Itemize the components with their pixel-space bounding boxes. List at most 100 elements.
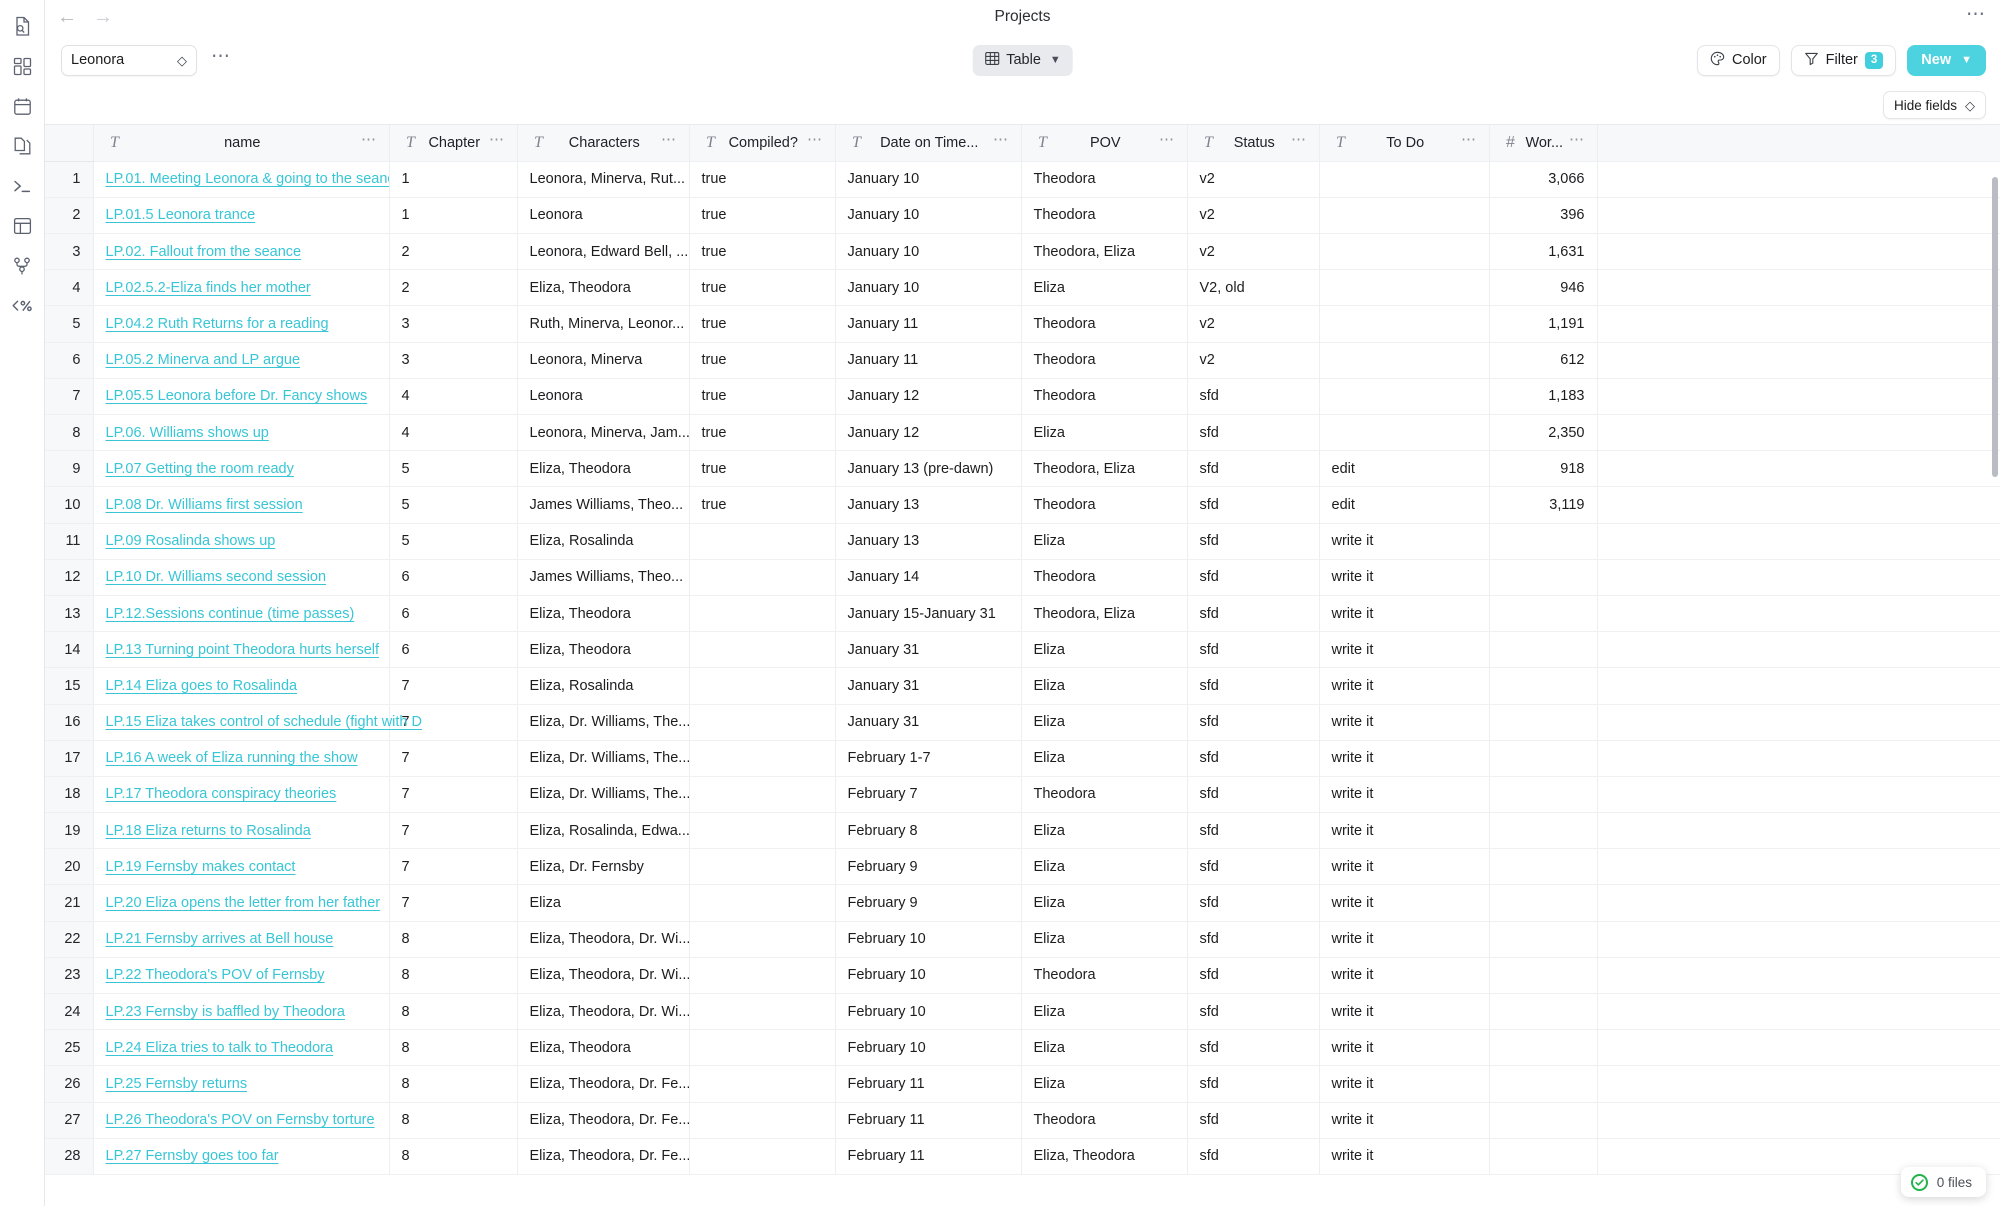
- name-cell[interactable]: LP.01.5 Leonora trance: [93, 197, 390, 235]
- chapter-cell[interactable]: 1: [389, 197, 518, 235]
- column-menu-icon[interactable]: ⋯: [361, 132, 377, 149]
- date-cell[interactable]: January 31: [835, 667, 1022, 705]
- compiled-cell[interactable]: [689, 559, 836, 596]
- word-count-cell[interactable]: [1489, 1029, 1598, 1067]
- name-cell[interactable]: LP.08 Dr. Williams first session: [93, 486, 390, 524]
- pov-cell[interactable]: Theodora, Eliza: [1021, 595, 1188, 633]
- compiled-cell[interactable]: true: [689, 161, 836, 198]
- word-count-cell[interactable]: [1489, 921, 1598, 958]
- record-link[interactable]: LP.02. Fallout from the seance: [106, 244, 302, 260]
- chapter-cell[interactable]: 2: [389, 269, 518, 307]
- chapter-cell[interactable]: 6: [389, 595, 518, 633]
- compiled-cell[interactable]: true: [689, 486, 836, 524]
- name-cell[interactable]: LP.22 Theodora's POV of Fernsby: [93, 957, 390, 995]
- pov-cell[interactable]: Theodora: [1021, 559, 1188, 596]
- vertical-scrollbar[interactable]: [1991, 125, 2000, 1206]
- date-cell[interactable]: February 10: [835, 957, 1022, 995]
- todo-cell[interactable]: write it: [1319, 848, 1490, 886]
- characters-cell[interactable]: Eliza, Theodora, Dr. Wi...: [517, 921, 690, 958]
- status-cell[interactable]: sfd: [1187, 523, 1320, 560]
- table-row[interactable]: 13 LP.12.Sessions continue (time passes) 6…: [45, 595, 2000, 633]
- arrow-right-icon[interactable]: →: [93, 7, 113, 27]
- chapter-cell[interactable]: 7: [389, 776, 518, 814]
- chapter-cell[interactable]: 7: [389, 740, 518, 777]
- chapter-cell[interactable]: 2: [389, 233, 518, 271]
- table-row[interactable]: 18 LP.17 Theodora conspiracy theories 7 Eli…: [45, 776, 2000, 814]
- compiled-cell[interactable]: [689, 1029, 836, 1067]
- status-cell[interactable]: sfd: [1187, 957, 1320, 995]
- compiled-cell[interactable]: true: [689, 197, 836, 235]
- header-status[interactable]: T Status ⋯: [1187, 125, 1320, 162]
- compiled-cell[interactable]: true: [689, 450, 836, 488]
- compiled-cell[interactable]: [689, 1138, 836, 1175]
- table-row[interactable]: 12 LP.10 Dr. Williams second session 6 Jame…: [45, 559, 2000, 596]
- characters-cell[interactable]: Eliza, Dr. Williams, The...: [517, 776, 690, 814]
- characters-cell[interactable]: Eliza, Theodora, Dr. Fe...: [517, 1102, 690, 1139]
- characters-cell[interactable]: Eliza, Theodora, Dr. Fe...: [517, 1065, 690, 1103]
- date-cell[interactable]: January 11: [835, 342, 1022, 379]
- characters-cell[interactable]: Eliza, Theodora: [517, 595, 690, 633]
- date-cell[interactable]: January 31: [835, 704, 1022, 741]
- name-cell[interactable]: LP.25 Fernsby returns: [93, 1065, 390, 1103]
- record-link[interactable]: LP.18 Eliza returns to Rosalinda: [106, 823, 311, 839]
- workspace-more-icon[interactable]: ⋯: [211, 47, 231, 73]
- record-link[interactable]: LP.20 Eliza opens the letter from her fa…: [106, 895, 381, 911]
- todo-cell[interactable]: [1319, 414, 1490, 452]
- pov-cell[interactable]: Theodora, Eliza: [1021, 450, 1188, 488]
- pov-cell[interactable]: Theodora: [1021, 197, 1188, 235]
- table-row[interactable]: 22 LP.21 Fernsby arrives at Bell house 8 El…: [45, 921, 2000, 958]
- name-cell[interactable]: LP.27 Fernsby goes too far: [93, 1138, 390, 1175]
- word-count-cell[interactable]: [1489, 1138, 1598, 1175]
- compiled-cell[interactable]: [689, 776, 836, 814]
- color-button[interactable]: Color: [1696, 44, 1780, 76]
- characters-cell[interactable]: James Williams, Theo...: [517, 559, 690, 596]
- pov-cell[interactable]: Eliza: [1021, 993, 1188, 1031]
- status-cell[interactable]: sfd: [1187, 667, 1320, 705]
- date-cell[interactable]: February 11: [835, 1138, 1022, 1175]
- todo-cell[interactable]: write it: [1319, 740, 1490, 777]
- compiled-cell[interactable]: [689, 1102, 836, 1139]
- header-chapter[interactable]: T Chapter ⋯: [389, 125, 518, 162]
- chapter-cell[interactable]: 4: [389, 414, 518, 452]
- new-button[interactable]: New ▼: [1907, 44, 1986, 76]
- characters-cell[interactable]: Leonora, Minerva, Jam...: [517, 414, 690, 452]
- table-row[interactable]: 27 LP.26 Theodora's POV on Fernsby tortur…: [45, 1102, 2000, 1139]
- vertical-scroll-thumb[interactable]: [1992, 177, 1998, 477]
- name-cell[interactable]: LP.01. Meeting Leonora & going to the se…: [93, 161, 390, 198]
- status-cell[interactable]: sfd: [1187, 1102, 1320, 1139]
- status-cell[interactable]: sfd: [1187, 1029, 1320, 1067]
- status-cell[interactable]: sfd: [1187, 486, 1320, 524]
- name-cell[interactable]: LP.15 Eliza takes control of schedule (f…: [93, 704, 422, 741]
- date-cell[interactable]: February 10: [835, 1029, 1022, 1067]
- table-row[interactable]: 6 LP.05.2 Minerva and LP argue 3 Leonora, M…: [45, 342, 2000, 379]
- table-row[interactable]: 14 LP.13 Turning point Theodora hurts her…: [45, 631, 2000, 669]
- name-cell[interactable]: LP.05.5 Leonora before Dr. Fancy shows: [93, 378, 390, 416]
- todo-cell[interactable]: write it: [1319, 1102, 1490, 1139]
- date-cell[interactable]: January 31: [835, 631, 1022, 669]
- record-link[interactable]: LP.15 Eliza takes control of schedule (f…: [106, 714, 423, 730]
- todo-cell[interactable]: write it: [1319, 921, 1490, 958]
- word-count-cell[interactable]: 918: [1489, 450, 1598, 488]
- chapter-cell[interactable]: 1: [389, 161, 518, 198]
- status-cell[interactable]: sfd: [1187, 595, 1320, 633]
- characters-cell[interactable]: Eliza, Theodora, Dr. Wi...: [517, 993, 690, 1031]
- status-badge[interactable]: 0 files: [1900, 1167, 1986, 1197]
- characters-cell[interactable]: Eliza, Theodora: [517, 1029, 690, 1067]
- pov-cell[interactable]: Theodora: [1021, 342, 1188, 379]
- name-cell[interactable]: LP.05.2 Minerva and LP argue: [93, 342, 390, 379]
- todo-cell[interactable]: write it: [1319, 884, 1490, 922]
- chapter-cell[interactable]: 5: [389, 450, 518, 488]
- table-row[interactable]: 23 LP.22 Theodora's POV of Fernsby 8 Eliza,…: [45, 957, 2000, 995]
- status-cell[interactable]: sfd: [1187, 450, 1320, 488]
- pov-cell[interactable]: Eliza: [1021, 921, 1188, 958]
- column-menu-icon[interactable]: ⋯: [1291, 132, 1307, 149]
- name-cell[interactable]: LP.13 Turning point Theodora hurts herse…: [93, 631, 390, 669]
- column-menu-icon[interactable]: ⋯: [661, 132, 677, 149]
- compiled-cell[interactable]: [689, 595, 836, 633]
- date-cell[interactable]: January 11: [835, 305, 1022, 343]
- compiled-cell[interactable]: [689, 812, 836, 850]
- pov-cell[interactable]: Eliza: [1021, 414, 1188, 452]
- record-link[interactable]: LP.10 Dr. Williams second session: [106, 569, 327, 585]
- column-menu-icon[interactable]: ⋯: [1159, 132, 1175, 149]
- name-cell[interactable]: LP.10 Dr. Williams second session: [93, 559, 390, 596]
